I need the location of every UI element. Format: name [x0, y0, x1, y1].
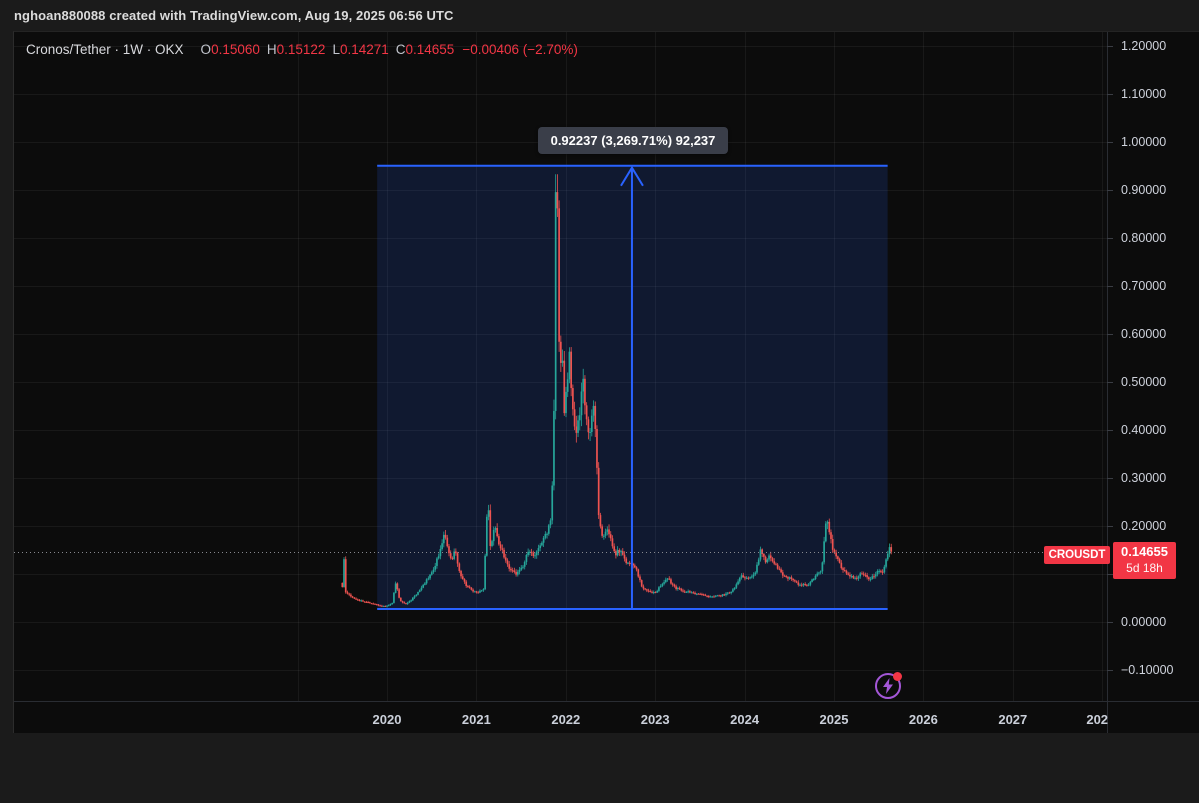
time-tick-label: 2020: [373, 712, 402, 728]
open-label: O: [201, 42, 212, 57]
price-tick-label: 1.10000: [1121, 86, 1166, 102]
last-price-value: 0.14655: [1113, 542, 1176, 561]
close-label: C: [396, 42, 406, 57]
price-tick-label: 0.80000: [1121, 230, 1166, 246]
price-tick-label: 0.50000: [1121, 374, 1166, 390]
flash-events-icon[interactable]: [875, 673, 901, 699]
price-tick-label: 1.20000: [1121, 38, 1166, 54]
low-label: L: [332, 42, 340, 57]
time-tick-label: 2025: [820, 712, 849, 728]
price-tick-label: 0.90000: [1121, 182, 1166, 198]
price-tick-label: −0.10000: [1121, 662, 1173, 678]
lightning-bolt-icon: [881, 678, 895, 694]
price-tick-label: 0.60000: [1121, 326, 1166, 342]
last-price-countdown-box: 0.14655 5d 18h: [1113, 542, 1176, 579]
price-range-measure-label[interactable]: 0.92237 (3,269.71%) 92,237: [538, 127, 728, 154]
page: { "attribution": "nghoan880088 created w…: [0, 0, 1199, 803]
symbol-price-label-badge: CROUSDT: [1044, 546, 1110, 564]
time-tick-label: 2024: [730, 712, 759, 728]
time-tick-label: 2021: [462, 712, 491, 728]
chart-legend[interactable]: Cronos/Tether · 1W · OKX O0.15060 H0.15122…: [26, 42, 578, 57]
price-tick-label: 0.00000: [1121, 614, 1166, 630]
low-value: 0.14271: [340, 42, 389, 57]
high-value: 0.15122: [277, 42, 326, 57]
open-value: 0.15060: [211, 42, 260, 57]
price-tick-label: 0.20000: [1121, 518, 1166, 534]
price-tick-label: 0.40000: [1121, 422, 1166, 438]
time-tick-label: 2023: [641, 712, 670, 728]
time-tick-label: 2026: [909, 712, 938, 728]
change-value: −0.00406 (−2.70%): [462, 42, 578, 57]
attribution-bar: nghoan880088 created with TradingView.co…: [0, 0, 1199, 31]
price-tick-label: 1.00000: [1121, 134, 1166, 150]
time-tick-label: 202: [1086, 712, 1108, 728]
time-tick-label: 2022: [551, 712, 580, 728]
close-value: 0.14655: [406, 42, 455, 57]
symbol-title[interactable]: Cronos/Tether · 1W · OKX: [26, 42, 184, 57]
notification-dot: [893, 672, 902, 681]
footer-bar: TradingView: [0, 733, 1199, 803]
price-tick-label: 0.30000: [1121, 470, 1166, 486]
time-tick-label: 2027: [998, 712, 1027, 728]
bar-close-countdown: 5d 18h: [1113, 561, 1176, 576]
price-tick-label: 0.70000: [1121, 278, 1166, 294]
high-label: H: [267, 42, 277, 57]
chart-widget: Cronos/Tether · 1W · OKX O0.15060 H0.15122…: [13, 31, 1199, 733]
